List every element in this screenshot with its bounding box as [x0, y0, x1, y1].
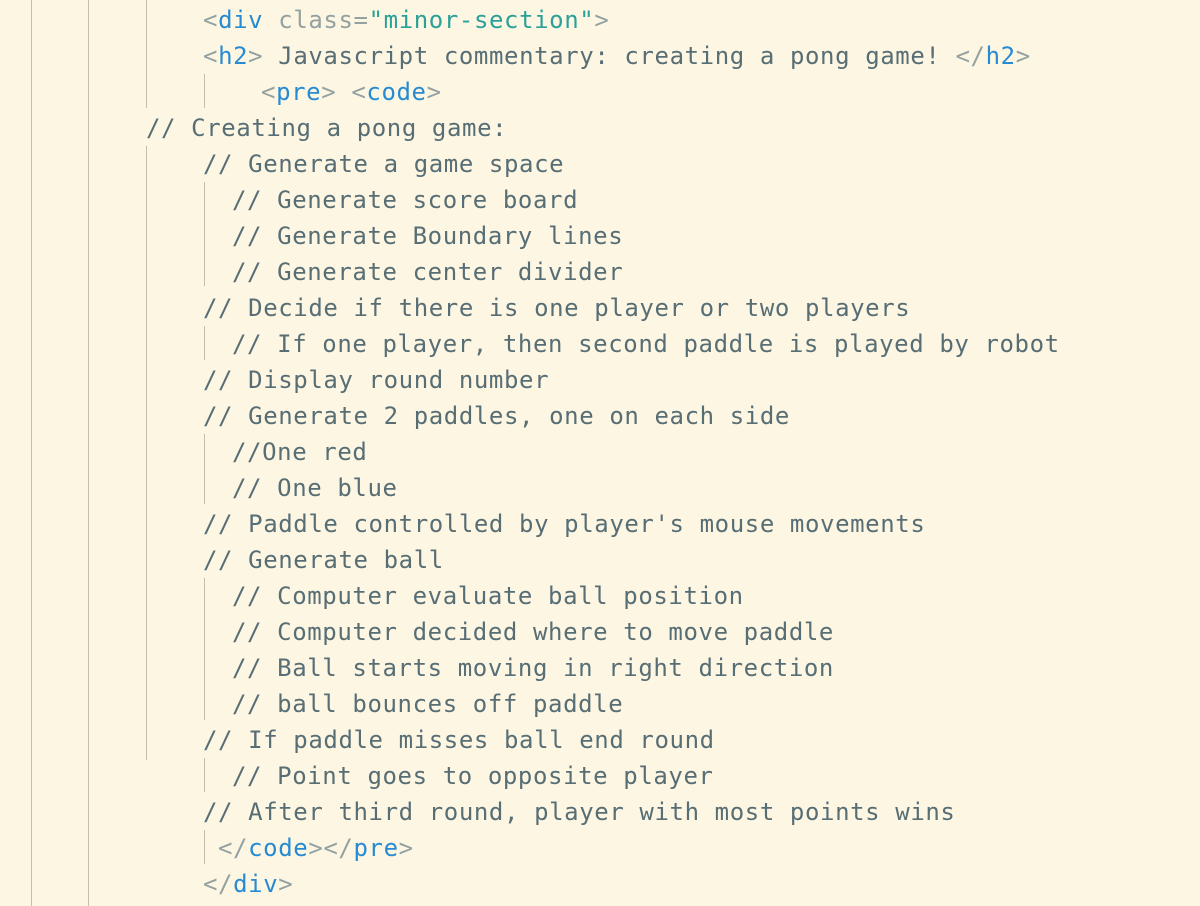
indent-guide-line — [204, 578, 205, 720]
code-line[interactable]: // Generate 2 paddles, one on each side — [203, 398, 790, 434]
code-token-comment: // Ball starts moving in right direction — [232, 654, 834, 682]
code-token-comment: //One red — [232, 438, 368, 466]
code-line[interactable]: // Generate a game space — [203, 146, 564, 182]
code-line[interactable]: // Generate score board — [232, 182, 578, 218]
indent-guide-line — [31, 0, 32, 906]
code-token-punct: = — [353, 6, 369, 34]
code-token-punct: < — [203, 6, 219, 34]
code-token-comment: // After third round, player with most p… — [203, 798, 956, 826]
code-line[interactable]: // If paddle misses ball end round — [203, 722, 715, 758]
code-editor[interactable]: <div class="minor-section"> <h2> Javascri… — [0, 0, 1200, 906]
code-line[interactable]: //One red — [232, 434, 367, 470]
code-token-punct: </ — [203, 870, 234, 898]
code-line[interactable]: // Computer decided where to move paddle — [232, 614, 834, 650]
code-line[interactable]: // Decide if there is one player or two … — [203, 290, 910, 326]
code-token-tag: h2 — [985, 42, 1016, 70]
code-line[interactable]: </div> — [203, 866, 293, 902]
code-token-comment: // Point goes to opposite player — [232, 762, 714, 790]
code-token-comment: // ball bounces off paddle — [232, 690, 624, 718]
code-line[interactable]: // Paddle controlled by player's mouse m… — [203, 506, 925, 542]
indent-guide-line — [204, 182, 205, 286]
code-token-tag: pre — [353, 834, 399, 862]
indent-guide-line — [204, 758, 205, 792]
code-token-comment: // Generate a game space — [203, 150, 565, 178]
code-token-tag: h2 — [218, 42, 249, 70]
code-token-attr: class — [278, 6, 354, 34]
code-token-punct: > — [321, 78, 352, 106]
code-token-punct: > — [426, 78, 442, 106]
code-line[interactable]: // Generate ball — [203, 542, 444, 578]
code-token-punct: > — [248, 42, 264, 70]
code-token-punct: > — [594, 6, 610, 34]
code-token-comment: // Generate ball — [203, 546, 444, 574]
indent-guide-line — [204, 830, 205, 864]
indent-guide-line — [204, 434, 205, 504]
code-token-punct: > — [1015, 42, 1031, 70]
code-line[interactable]: // Point goes to opposite player — [232, 758, 714, 794]
code-line[interactable]: // Display round number — [203, 362, 549, 398]
code-token-str: "minor-section" — [368, 6, 595, 34]
code-token-comment: // Paddle controlled by player's mouse m… — [203, 510, 926, 538]
code-line[interactable]: <pre> <code> — [261, 74, 442, 110]
code-line[interactable]: <div class="minor-section"> — [203, 2, 609, 38]
code-token-punct: > — [278, 870, 294, 898]
indent-guide-line — [88, 0, 89, 906]
code-token-comment: // Generate score board — [232, 186, 579, 214]
indent-guide-line — [146, 0, 147, 108]
code-line[interactable]: // After third round, player with most p… — [203, 794, 955, 830]
code-token-comment: // Computer decided where to move paddle — [232, 618, 834, 646]
code-token-punct: </ — [955, 42, 986, 70]
code-token-tag: div — [218, 6, 264, 34]
code-token-comment: // Generate Boundary lines — [232, 222, 624, 250]
code-token-tag: code — [248, 834, 309, 862]
code-token-punct: > — [398, 834, 414, 862]
indent-guide-line — [146, 146, 147, 760]
indent-guide-line — [204, 326, 205, 360]
indent-guide-line — [204, 74, 205, 108]
code-line[interactable]: // Generate center divider — [232, 254, 623, 290]
code-token-punct: < — [203, 42, 219, 70]
code-token-punct: < — [261, 78, 277, 106]
code-line[interactable]: // Generate Boundary lines — [232, 218, 623, 254]
code-token-punct: < — [351, 78, 367, 106]
code-token-tag: code — [366, 78, 427, 106]
code-line[interactable]: // Creating a pong game: — [146, 110, 507, 146]
code-token-comment: // Computer evaluate ball position — [232, 582, 744, 610]
code-token-comment: // Generate center divider — [232, 258, 624, 286]
code-token-text: Javascript commentary: creating a pong g… — [263, 42, 956, 70]
code-line[interactable]: // If one player, then second paddle is … — [232, 326, 1060, 362]
code-token-punct: </ — [218, 834, 249, 862]
code-token-punct: ></ — [308, 834, 354, 862]
code-token-comment: // If one player, then second paddle is … — [232, 330, 1060, 358]
code-token-comment: // One blue — [232, 474, 398, 502]
code-line[interactable]: // Computer evaluate ball position — [232, 578, 744, 614]
code-token-comment: // Creating a pong game: — [146, 114, 508, 142]
code-line[interactable]: // ball bounces off paddle — [232, 686, 623, 722]
code-line[interactable]: // Ball starts moving in right direction — [232, 650, 834, 686]
code-token-comment: // Generate 2 paddles, one on each side — [203, 402, 790, 430]
code-line[interactable]: </code></pre> — [218, 830, 414, 866]
code-line[interactable]: <h2> Javascript commentary: creating a p… — [203, 38, 1031, 74]
code-token-tag: div — [233, 870, 279, 898]
code-token-tag: pre — [276, 78, 322, 106]
code-token-comment: // Display round number — [203, 366, 550, 394]
code-token-comment: // Decide if there is one player or two … — [203, 294, 911, 322]
code-line[interactable]: // One blue — [232, 470, 398, 506]
code-token-comment: // If paddle misses ball end round — [203, 726, 715, 754]
